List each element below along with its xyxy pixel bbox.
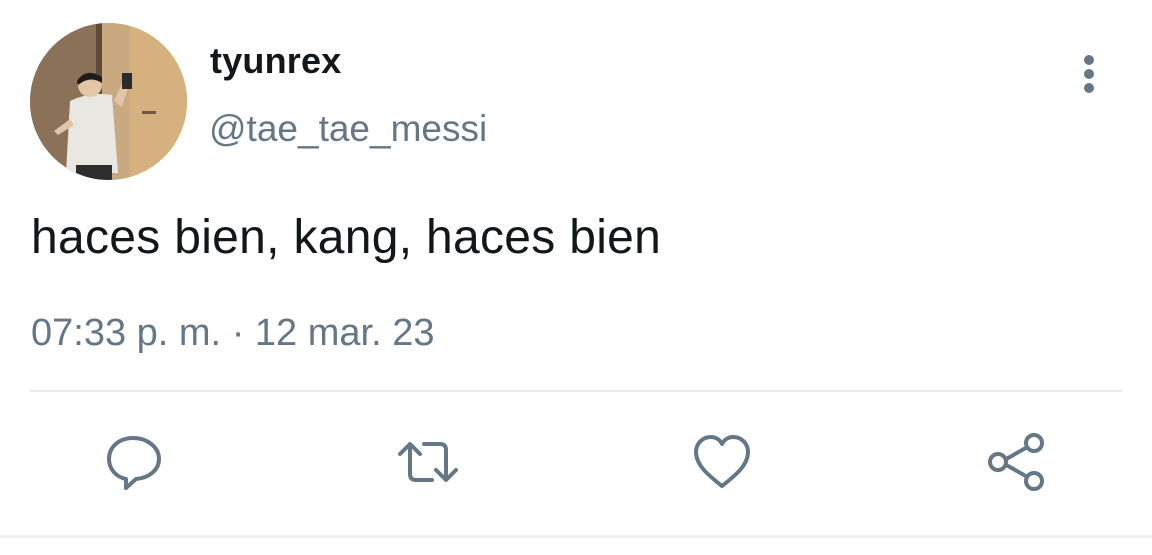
bottom-divider: [0, 535, 1152, 538]
reply-button[interactable]: [103, 430, 167, 494]
retweet-button[interactable]: [396, 430, 460, 494]
tweet-text: haces bien, kang, haces bien: [31, 211, 662, 264]
retweet-icon: [398, 442, 458, 482]
share-icon: [988, 433, 1044, 491]
timestamp[interactable]: 07:33 p. m. · 12 mar. 23: [31, 311, 434, 355]
avatar[interactable]: [30, 23, 187, 180]
display-name[interactable]: tyunrex: [210, 40, 341, 82]
tweet-card: tyunrex @tae_tae_messi haces bien, kang,…: [0, 0, 1152, 555]
user-handle[interactable]: @tae_tae_messi: [209, 108, 487, 150]
more-options-button[interactable]: [1070, 52, 1108, 100]
heart-icon: [694, 435, 750, 488]
reply-icon: [107, 436, 161, 490]
like-button[interactable]: [690, 430, 754, 494]
tweet-time: 07:33 p. m.: [31, 312, 222, 354]
more-vertical-icon: [1084, 55, 1094, 93]
divider: [30, 390, 1122, 392]
timestamp-separator: ·: [231, 312, 245, 354]
tweet-date: 12 mar. 23: [254, 312, 435, 354]
share-button[interactable]: [985, 430, 1049, 494]
